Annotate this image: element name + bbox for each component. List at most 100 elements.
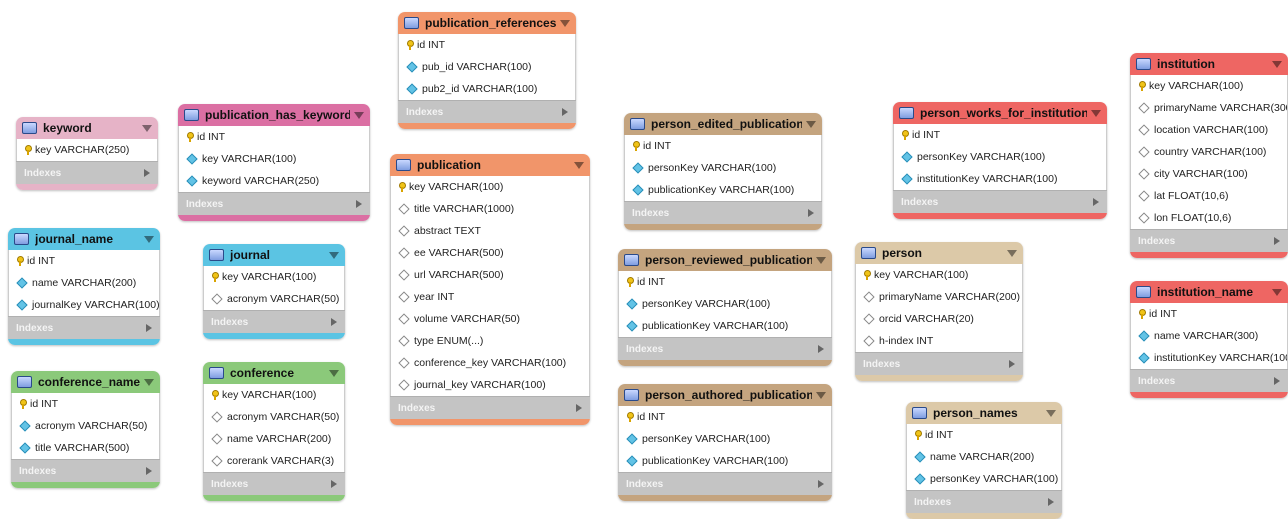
collapse-arrow-icon[interactable]	[329, 251, 339, 259]
table-header[interactable]: person_reviewed_publication	[618, 249, 832, 271]
column-row[interactable]: key VARCHAR(100)	[179, 148, 369, 170]
column-row[interactable]: id INT	[619, 271, 831, 293]
table-keyword[interactable]: keyword key VARCHAR(250) Indexes	[16, 117, 158, 190]
collapse-arrow-icon[interactable]	[1091, 109, 1101, 117]
column-row[interactable]: country VARCHAR(100)	[1131, 141, 1287, 163]
expand-triangle-icon[interactable]	[818, 345, 824, 353]
table-header[interactable]: institution_name	[1130, 281, 1288, 303]
expand-triangle-icon[interactable]	[1048, 498, 1054, 506]
table-header[interactable]: publication_references	[398, 12, 576, 34]
column-row[interactable]: orcid VARCHAR(20)	[856, 308, 1022, 330]
column-row[interactable]: id INT	[12, 393, 159, 415]
column-row[interactable]: key VARCHAR(100)	[391, 176, 589, 198]
collapse-arrow-icon[interactable]	[806, 120, 816, 128]
column-row[interactable]: year INT	[391, 286, 589, 308]
indexes-section[interactable]: Indexes	[893, 190, 1107, 213]
column-row[interactable]: personKey VARCHAR(100)	[625, 157, 821, 179]
column-row[interactable]: publicationKey VARCHAR(100)	[619, 315, 831, 337]
indexes-section[interactable]: Indexes	[16, 161, 158, 184]
column-row[interactable]: key VARCHAR(100)	[204, 384, 344, 406]
column-row[interactable]: name VARCHAR(200)	[204, 428, 344, 450]
column-row[interactable]: publicationKey VARCHAR(100)	[619, 450, 831, 472]
table-header[interactable]: person_edited_publication	[624, 113, 822, 135]
indexes-section[interactable]: Indexes	[11, 459, 160, 482]
column-row[interactable]: personKey VARCHAR(100)	[894, 146, 1106, 168]
table-header[interactable]: conference	[203, 362, 345, 384]
column-row[interactable]: lon FLOAT(10,6)	[1131, 207, 1287, 229]
indexes-section[interactable]: Indexes	[203, 472, 345, 495]
table-journal[interactable]: journal key VARCHAR(100) acronym VARCHAR(5…	[203, 244, 345, 339]
column-row[interactable]: abstract TEXT	[391, 220, 589, 242]
column-row[interactable]: primaryName VARCHAR(200)	[856, 286, 1022, 308]
expand-triangle-icon[interactable]	[331, 480, 337, 488]
collapse-arrow-icon[interactable]	[816, 256, 826, 264]
collapse-arrow-icon[interactable]	[354, 111, 364, 119]
collapse-arrow-icon[interactable]	[144, 235, 154, 243]
column-row[interactable]: title VARCHAR(500)	[12, 437, 159, 459]
expand-triangle-icon[interactable]	[356, 200, 362, 208]
indexes-section[interactable]: Indexes	[1130, 369, 1288, 392]
column-row[interactable]: primaryName VARCHAR(300)	[1131, 97, 1287, 119]
indexes-section[interactable]: Indexes	[8, 316, 160, 339]
column-row[interactable]: id INT	[9, 250, 159, 272]
column-row[interactable]: id INT	[907, 424, 1061, 446]
column-row[interactable]: id INT	[1131, 303, 1287, 325]
table-publication-references[interactable]: publication_references id INT pub_id VARCH…	[398, 12, 576, 129]
expand-triangle-icon[interactable]	[1093, 198, 1099, 206]
indexes-section[interactable]: Indexes	[1130, 229, 1288, 252]
table-person-reviewed-publication[interactable]: person_reviewed_publication id INT personK…	[618, 249, 832, 366]
indexes-section[interactable]: Indexes	[398, 100, 576, 123]
indexes-section[interactable]: Indexes	[618, 472, 832, 495]
column-row[interactable]: ee VARCHAR(500)	[391, 242, 589, 264]
column-row[interactable]: location VARCHAR(100)	[1131, 119, 1287, 141]
collapse-arrow-icon[interactable]	[329, 369, 339, 377]
expand-triangle-icon[interactable]	[146, 467, 152, 475]
column-row[interactable]: key VARCHAR(100)	[204, 266, 344, 288]
collapse-arrow-icon[interactable]	[144, 378, 154, 386]
expand-triangle-icon[interactable]	[1009, 360, 1015, 368]
table-person-names[interactable]: person_names id INT name VARCHAR(200) perso…	[906, 402, 1062, 519]
table-header[interactable]: institution	[1130, 53, 1288, 75]
column-row[interactable]: id INT	[619, 406, 831, 428]
table-header[interactable]: journal_name	[8, 228, 160, 250]
column-row[interactable]: name VARCHAR(200)	[907, 446, 1061, 468]
indexes-section[interactable]: Indexes	[906, 490, 1062, 513]
collapse-arrow-icon[interactable]	[574, 161, 584, 169]
column-row[interactable]: personKey VARCHAR(100)	[907, 468, 1061, 490]
column-row[interactable]: key VARCHAR(250)	[17, 139, 157, 161]
table-person-authored-publication[interactable]: person_authored_publication id INT personK…	[618, 384, 832, 501]
table-journal-name[interactable]: journal_name id INT name VARCHAR(200) journ…	[8, 228, 160, 345]
column-row[interactable]: lat FLOAT(10,6)	[1131, 185, 1287, 207]
expand-triangle-icon[interactable]	[144, 169, 150, 177]
indexes-section[interactable]: Indexes	[618, 337, 832, 360]
expand-triangle-icon[interactable]	[1274, 237, 1280, 245]
table-header[interactable]: person_authored_publication	[618, 384, 832, 406]
table-institution[interactable]: institution key VARCHAR(100) primaryName V…	[1130, 53, 1288, 258]
expand-triangle-icon[interactable]	[808, 209, 814, 217]
table-publication[interactable]: publication key VARCHAR(100) title VARCHAR…	[390, 154, 590, 425]
table-header[interactable]: journal	[203, 244, 345, 266]
indexes-section[interactable]: Indexes	[624, 201, 822, 224]
table-header[interactable]: person_names	[906, 402, 1062, 424]
expand-triangle-icon[interactable]	[146, 324, 152, 332]
column-row[interactable]: acronym VARCHAR(50)	[12, 415, 159, 437]
column-row[interactable]: acronym VARCHAR(50)	[204, 406, 344, 428]
table-header[interactable]: person	[855, 242, 1023, 264]
column-row[interactable]: title VARCHAR(1000)	[391, 198, 589, 220]
column-row[interactable]: id INT	[625, 135, 821, 157]
collapse-arrow-icon[interactable]	[1007, 249, 1017, 257]
column-row[interactable]: h-index INT	[856, 330, 1022, 352]
expand-triangle-icon[interactable]	[576, 404, 582, 412]
table-conference-name[interactable]: conference_name id INT acronym VARCHAR(50)…	[11, 371, 160, 488]
column-row[interactable]: publicationKey VARCHAR(100)	[625, 179, 821, 201]
collapse-arrow-icon[interactable]	[1272, 60, 1282, 68]
column-row[interactable]: url VARCHAR(500)	[391, 264, 589, 286]
expand-triangle-icon[interactable]	[331, 318, 337, 326]
column-row[interactable]: personKey VARCHAR(100)	[619, 428, 831, 450]
expand-triangle-icon[interactable]	[562, 108, 568, 116]
table-person-edited-publication[interactable]: person_edited_publication id INT personKey…	[624, 113, 822, 230]
table-header[interactable]: keyword	[16, 117, 158, 139]
column-row[interactable]: personKey VARCHAR(100)	[619, 293, 831, 315]
collapse-arrow-icon[interactable]	[816, 391, 826, 399]
column-row[interactable]: name VARCHAR(200)	[9, 272, 159, 294]
